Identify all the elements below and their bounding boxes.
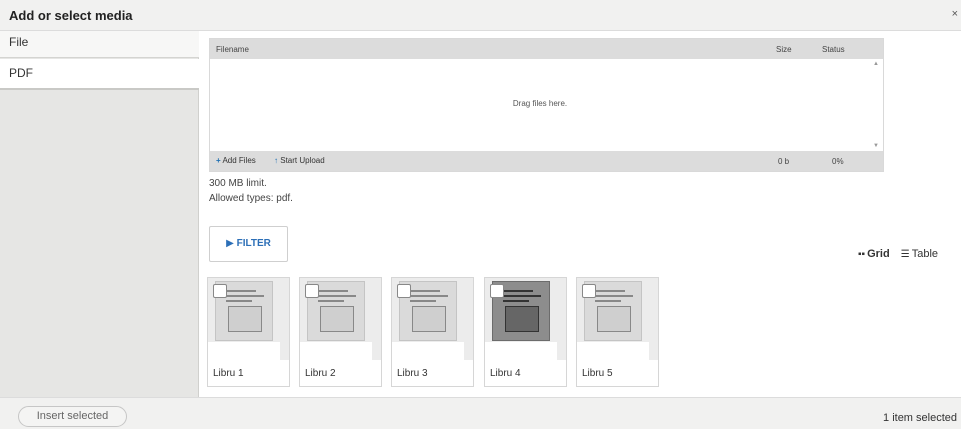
grid-icon: ▪▪ — [858, 249, 866, 260]
dialog-footer: Insert selected 1 item selected — [0, 397, 961, 429]
triangle-right-icon: ▶ — [226, 238, 234, 249]
media-select-checkbox[interactable] — [305, 284, 319, 298]
media-type-sidebar: File PDF — [0, 31, 199, 397]
add-files-button[interactable]: + Add Files — [216, 156, 256, 165]
column-size: Size — [776, 45, 792, 54]
total-percent: 0% — [832, 157, 844, 166]
media-card[interactable]: Libru 1 — [207, 277, 290, 387]
add-files-label: Add Files — [222, 156, 256, 165]
drop-zone[interactable]: ▲ Drag files here. ▼ — [210, 59, 883, 151]
dialog-title: Add or select media — [9, 8, 133, 23]
close-icon[interactable]: × — [952, 8, 958, 20]
media-name: Libru 3 — [397, 368, 428, 379]
column-filename: Filename — [216, 45, 249, 54]
file-uploader: Filename Size Status ▲ Drag files here. … — [209, 38, 884, 172]
media-name: Libru 1 — [213, 368, 244, 379]
view-switcher: ▪▪ Grid ☰ Table — [858, 248, 946, 260]
table-view-button[interactable]: ☰ Table — [901, 248, 938, 260]
media-name: Libru 5 — [582, 368, 613, 379]
scroll-down-icon[interactable]: ▼ — [873, 143, 879, 149]
tab-pdf[interactable]: PDF — [0, 59, 199, 90]
filter-label: FILTER — [236, 238, 271, 249]
table-label: Table — [911, 248, 939, 260]
size-limit-text: 300 MB limit. — [209, 178, 267, 189]
grid-view-button[interactable]: ▪▪ Grid — [858, 248, 890, 260]
plus-icon: + — [216, 156, 221, 165]
media-card[interactable]: Libru 4 — [484, 277, 567, 387]
uploader-header: Filename Size Status — [210, 39, 883, 59]
media-name: Libru 2 — [305, 368, 336, 379]
filter-button[interactable]: ▶ FILTER — [209, 226, 288, 262]
arrow-up-icon: ↑ — [274, 156, 278, 165]
selection-status: 1 item selected — [883, 412, 957, 424]
list-icon: ☰ — [900, 249, 910, 260]
tab-file[interactable]: File — [0, 31, 199, 58]
media-select-checkbox[interactable] — [490, 284, 504, 298]
media-select-checkbox[interactable] — [582, 284, 596, 298]
media-card[interactable]: Libru 3 — [391, 277, 474, 387]
insert-selected-button[interactable]: Insert selected — [18, 406, 127, 427]
media-select-checkbox[interactable] — [397, 284, 411, 298]
start-upload-label: Start Upload — [280, 156, 325, 165]
grid-label: Grid — [867, 248, 890, 260]
dialog-titlebar: Add or select media × — [0, 0, 961, 31]
media-card[interactable]: Libru 2 — [299, 277, 382, 387]
media-select-checkbox[interactable] — [213, 284, 227, 298]
scroll-up-icon[interactable]: ▲ — [873, 61, 879, 67]
drop-zone-text: Drag files here. — [512, 99, 568, 108]
allowed-types-text: Allowed types: pdf. — [209, 193, 293, 204]
media-name: Libru 4 — [490, 368, 521, 379]
total-size: 0 b — [778, 157, 790, 166]
column-status: Status — [822, 45, 845, 54]
start-upload-button[interactable]: ↑ Start Upload — [274, 156, 325, 165]
media-card[interactable]: Libru 5 — [576, 277, 659, 387]
uploader-footer: + Add Files ↑ Start Upload 0 b 0% — [210, 151, 883, 171]
